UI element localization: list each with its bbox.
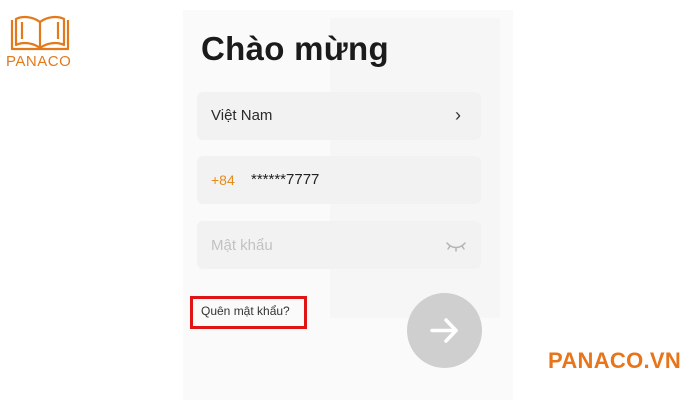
country-selector[interactable]: Việt Nam › — [197, 92, 481, 140]
forgot-password-link[interactable]: Quên mật khẩu? — [201, 304, 290, 318]
phone-field[interactable]: +84 ******7777 — [197, 156, 481, 204]
eye-closed-icon[interactable] — [446, 239, 466, 257]
password-input[interactable] — [197, 221, 427, 269]
phone-number-value: ******7777 — [251, 171, 320, 188]
page-title: Chào mừng — [201, 30, 389, 67]
submit-button[interactable] — [407, 293, 482, 368]
watermark: PANACO.VN — [548, 348, 682, 373]
brand-logo: PANACO — [6, 12, 72, 72]
password-field-container — [197, 221, 481, 269]
country-value: Việt Nam — [211, 107, 273, 124]
chevron-right-icon: › — [455, 105, 461, 125]
phone-country-code: +84 — [211, 172, 235, 188]
arrow-right-icon — [430, 318, 458, 343]
book-logo-icon — [10, 15, 70, 51]
logo-text: PANACO — [6, 53, 72, 70]
